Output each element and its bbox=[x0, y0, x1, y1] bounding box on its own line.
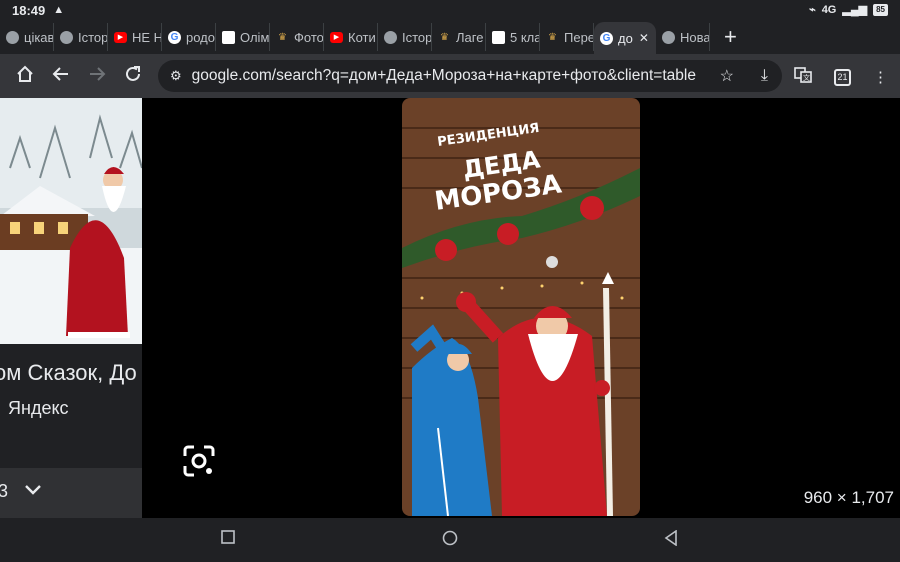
tab-label: Олім bbox=[240, 29, 270, 45]
close-tab-icon[interactable]: ✕ bbox=[639, 31, 649, 45]
tab-strip: цікав Істор ▶ НЕ Н Gродо Олім ♛ Фото ▶ Коти Істор ♛… bbox=[0, 20, 900, 54]
tab-2[interactable]: ▶ НЕ Н bbox=[108, 23, 162, 51]
tab-count[interactable]: 21 bbox=[834, 68, 851, 86]
home-icon[interactable] bbox=[14, 65, 36, 88]
site3-favicon-icon bbox=[492, 30, 505, 44]
back-button[interactable] bbox=[664, 529, 678, 551]
back-icon[interactable] bbox=[50, 65, 72, 88]
tab-label: Пере bbox=[564, 29, 594, 45]
tab-12[interactable]: Нова bbox=[656, 23, 710, 51]
tab-1[interactable]: Істор bbox=[54, 23, 108, 51]
site-favicon-icon bbox=[222, 30, 235, 44]
tab-label: Коти bbox=[348, 29, 376, 45]
preview-image[interactable]: РЕЗИДЕНЦИЯ ДЕДА МОРОЗА bbox=[402, 98, 640, 516]
alert-icon: ▲ bbox=[53, 4, 65, 16]
search-result-card[interactable]: ом Сказок, До Яндекс 3 bbox=[0, 98, 142, 518]
youtube-favicon-icon: ▶ bbox=[330, 31, 343, 43]
browser-toolbar: ⚙ google.com/search?q=дом+Деда+Мороза+на… bbox=[0, 54, 900, 98]
status-icons: ⌁ 4G ▂▄▆ 85 bbox=[809, 3, 888, 16]
tab-label: цікав bbox=[24, 29, 54, 45]
source-label: Яндекс bbox=[8, 398, 69, 418]
result-thumbnail[interactable] bbox=[0, 98, 142, 344]
tab-4[interactable]: Олім bbox=[216, 23, 270, 51]
signal-icon: ▂▄▆ bbox=[842, 4, 868, 16]
chrome-favicon-icon bbox=[662, 30, 675, 44]
chevron-down-icon[interactable] bbox=[24, 480, 42, 501]
site2-favicon-icon: ♛ bbox=[440, 31, 449, 43]
tab-9[interactable]: 5 кла bbox=[486, 23, 540, 51]
tab-label: до bbox=[618, 30, 633, 46]
address-bar[interactable]: ⚙ google.com/search?q=дом+Деда+Мороза+на… bbox=[158, 60, 782, 92]
tab-label: Істор bbox=[402, 29, 432, 45]
image-viewer: РЕЗИДЕНЦИЯ ДЕДА МОРОЗА 960 × 1,707 bbox=[142, 98, 900, 518]
tab-label: Фото bbox=[294, 29, 324, 45]
recents-button[interactable] bbox=[221, 530, 235, 549]
chrome-favicon-icon bbox=[6, 30, 19, 44]
youtube-favicon-icon: ▶ bbox=[114, 31, 127, 43]
svg-text:文: 文 bbox=[803, 73, 810, 82]
tab-label: родо bbox=[186, 29, 215, 45]
tab-label: НЕ Н bbox=[132, 29, 162, 45]
page-number: 3 bbox=[0, 481, 9, 501]
tab-10[interactable]: ♛ Пере bbox=[540, 23, 594, 51]
download-icon[interactable]: ⤓ bbox=[761, 67, 768, 85]
forward-icon[interactable] bbox=[86, 65, 108, 88]
chrome-favicon-icon bbox=[60, 30, 73, 44]
tab-label: Нова bbox=[680, 29, 710, 45]
tab-0[interactable]: цікав bbox=[0, 23, 54, 51]
tab-label: 5 кла bbox=[510, 29, 540, 45]
google-favicon-icon: G bbox=[168, 30, 181, 44]
tab-5[interactable]: ♛ Фото bbox=[270, 23, 324, 51]
result-nav: 3 bbox=[0, 468, 142, 518]
reload-icon[interactable] bbox=[122, 65, 144, 88]
toolbar-right: 文 21 ⋮ bbox=[794, 66, 888, 88]
result-title[interactable]: ом Сказок, До bbox=[0, 360, 137, 386]
site2-favicon-icon: ♛ bbox=[278, 31, 287, 43]
translate-icon[interactable]: 文 bbox=[794, 66, 812, 88]
system-nav-bar bbox=[0, 518, 900, 562]
site2-favicon-icon: ♛ bbox=[548, 31, 557, 43]
activity-icon: ⌁ bbox=[809, 4, 816, 16]
image-dimensions: 960 × 1,707 bbox=[803, 488, 894, 507]
tab-11[interactable]: Gдо ✕ bbox=[594, 22, 656, 54]
menu-icon[interactable]: ⋮ bbox=[873, 68, 888, 86]
site-settings-icon[interactable]: ⚙ bbox=[170, 68, 182, 84]
tab-label: Істор bbox=[78, 29, 108, 45]
tab-8[interactable]: ♛ Лаге bbox=[432, 23, 486, 51]
home-button[interactable] bbox=[442, 530, 458, 551]
tab-3[interactable]: Gродо bbox=[162, 23, 216, 51]
google-lens-icon[interactable] bbox=[182, 444, 216, 478]
result-source: Яндекс bbox=[8, 398, 69, 419]
tab-label: Лаге bbox=[456, 29, 484, 45]
battery-icon: 85 bbox=[873, 3, 888, 16]
status-bar: 18:49 ▲ ⌁ 4G ▂▄▆ 85 bbox=[0, 0, 900, 20]
url-text[interactable]: google.com/search?q=дом+Деда+Мороза+на+к… bbox=[192, 67, 696, 85]
status-time: 18:49 bbox=[12, 2, 46, 18]
tab-7[interactable]: Істор bbox=[378, 23, 432, 51]
google-favicon-icon: G bbox=[600, 31, 613, 45]
new-tab-icon[interactable]: + bbox=[724, 24, 737, 50]
bookmark-star-icon[interactable]: ☆ bbox=[720, 66, 734, 86]
network-label: 4G bbox=[821, 3, 837, 16]
chrome-favicon-icon bbox=[384, 30, 397, 44]
tab-6[interactable]: ▶ Коти bbox=[324, 23, 378, 51]
